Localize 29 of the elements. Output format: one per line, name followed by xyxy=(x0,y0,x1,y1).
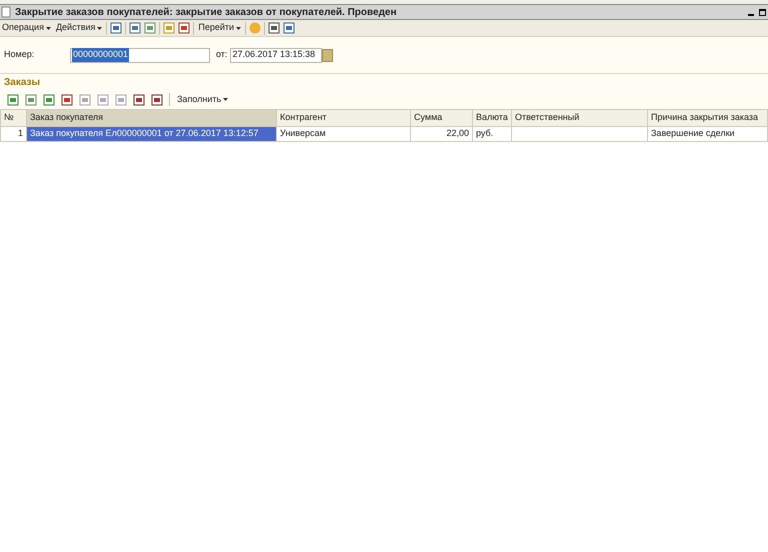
table-cell: руб. xyxy=(472,126,512,142)
caret-icon xyxy=(97,26,102,30)
column-header[interactable]: Причина закрытия заказа xyxy=(648,110,768,126)
section-title: Заказы xyxy=(4,77,40,88)
column-header[interactable]: Валюта xyxy=(472,110,512,126)
column-header[interactable]: Сумма xyxy=(410,110,472,126)
table-cell: 1 xyxy=(0,126,26,142)
number-field[interactable]: 00000000001 xyxy=(70,48,210,62)
number-label: Номер: xyxy=(4,48,36,62)
date-label: от: xyxy=(216,48,228,62)
column-header[interactable]: Ответственный xyxy=(512,110,648,126)
fill-button[interactable]: Заполнить xyxy=(176,92,230,106)
table-cell: Завершение сделки xyxy=(648,126,768,142)
menu-button[interactable]: Перейти xyxy=(197,21,242,35)
window-title: Закрытие заказов покупателей: закрытие заказов от покупателей. Проведен xyxy=(15,6,397,20)
table-cell: Универсам xyxy=(276,126,410,142)
column-header[interactable]: № xyxy=(0,110,26,126)
caret-icon xyxy=(223,98,228,101)
table-cell: Заказ покупателя Ел000000001 от 27.06.2017 13:12:57 xyxy=(26,126,276,142)
table-cell: 22,00 xyxy=(410,126,472,142)
caret-icon xyxy=(236,26,242,30)
date-field[interactable]: 27.06.2017 13:15:38 xyxy=(230,48,322,62)
menu-button[interactable]: Операция xyxy=(1,21,52,35)
calendar-button[interactable] xyxy=(322,48,334,62)
caret-icon xyxy=(46,26,51,30)
column-header[interactable]: Заказ покупателя xyxy=(26,110,276,126)
column-header[interactable]: Контрагент xyxy=(276,110,410,126)
restore-button[interactable] xyxy=(756,6,768,18)
menu-button[interactable]: Действия xyxy=(54,21,104,35)
